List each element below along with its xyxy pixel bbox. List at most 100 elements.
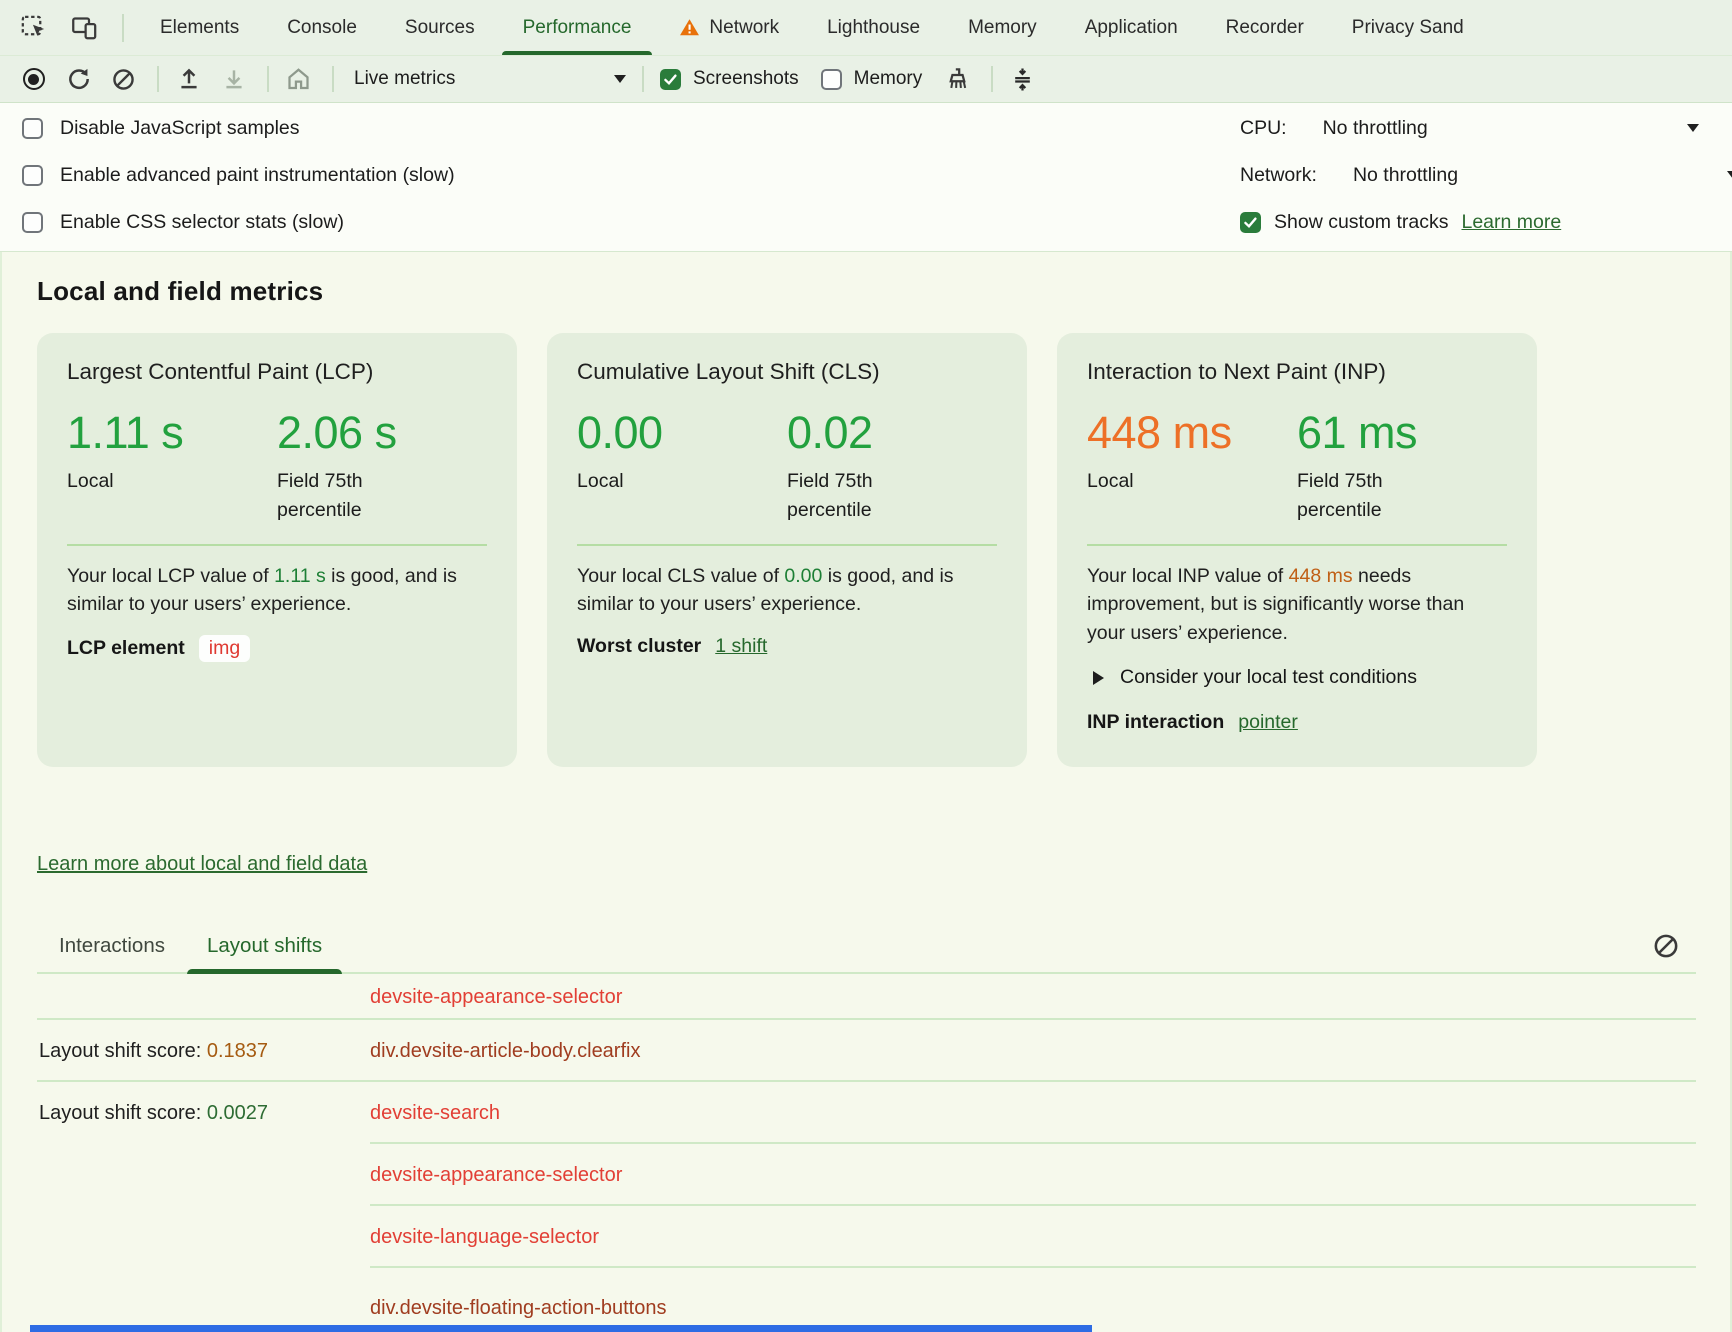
inp-field-value: 61 ms [1297,407,1507,459]
shifted-element-link[interactable]: devsite-appearance-selector [370,1164,622,1187]
local-label: Local [577,467,727,496]
cls-field-value: 0.02 [787,407,997,459]
lcp-card-title: Largest Contentful Paint (LCP) [67,359,487,385]
panel-tab[interactable]: Privacy Sand [1328,0,1488,55]
live-metrics-view: Local and field metrics Largest Contentf… [0,252,1732,1332]
local-test-conditions-expander[interactable]: Consider your local test conditions [1087,666,1507,689]
log-row[interactable]: Layout shift score: 0.1837 div.devsite-a… [37,1020,1730,1082]
clear-log-icon[interactable] [1652,932,1680,965]
learn-more-field-data-link[interactable]: Learn more about local and field data [37,853,367,876]
device-toolbar-icon[interactable] [71,14,98,41]
panel-tab[interactable]: Console [263,0,381,55]
warning-icon [679,17,700,38]
panel-tab[interactable]: Sources [381,0,499,55]
lcp-field-value: 2.06 s [277,407,487,459]
download-profile-icon [220,66,247,93]
inp-interaction-label: INP interaction [1087,711,1224,734]
lcp-element-badge[interactable]: img [199,635,250,662]
shifted-element-link[interactable]: devsite-appearance-selector [370,986,622,1009]
worst-cluster-link[interactable]: 1 shift [715,635,767,658]
collapse-view-icon[interactable] [1009,66,1036,93]
panel-tab-label: Console [287,17,357,39]
log-tab[interactable]: Interactions [39,922,185,974]
panel-tab-label: Elements [160,17,239,39]
panel-tab[interactable]: Lighthouse [803,0,944,55]
panel-tab[interactable]: Elements [136,0,263,55]
learn-more-link[interactable]: Learn more [1461,211,1561,234]
panel-tab-label: Memory [968,17,1037,39]
shifted-element-link[interactable]: div.devsite-floating-action-buttons [370,1297,666,1320]
setting-checkbox[interactable] [22,118,43,139]
panel-tab[interactable]: Network [655,0,803,55]
home-icon[interactable] [285,66,312,93]
memory-checkbox[interactable] [821,69,842,90]
performance-toolbar: Live metrics Screenshots Memory [0,56,1732,103]
log-row[interactable]: Layout shift score: 0.0027 devsite-searc… [37,1082,1730,1144]
panel-tab-label: Privacy Sand [1352,17,1464,39]
log-row[interactable]: div.devsite-floating-action-buttons [37,1268,1730,1332]
upload-profile-icon[interactable] [175,66,202,93]
cpu-value: No throttling [1323,117,1428,140]
panel-tab-label: Recorder [1226,17,1304,39]
divider [642,66,644,92]
panel-tab-label: Network [709,17,779,39]
layout-shifts-log: devsite-appearance-selector Layout shift… [37,974,1730,1332]
field-label: Field 75th percentile [277,467,427,526]
panel-tab[interactable]: Application [1061,0,1202,55]
panel-tab[interactable]: Recorder [1202,0,1328,55]
network-throttling-select[interactable]: Network: No throttling [1240,152,1732,199]
setting-label: Enable CSS selector stats (slow) [60,211,344,234]
panel-tab[interactable]: Performance [499,0,656,55]
divider [577,544,997,546]
log-tabs: Interactions Layout shifts [37,922,1730,974]
divider [267,66,269,92]
panel-tab[interactable]: Memory [944,0,1061,55]
network-label: Network: [1240,164,1317,187]
show-custom-tracks-checkbox[interactable] [1240,212,1261,233]
triangle-right-icon [1093,671,1104,685]
section-heading: Local and field metrics [37,276,1730,307]
devtools-tabbar: Elements Console Sources Perform [0,0,1732,56]
cls-description: Your local CLS value of 0.00 is good, an… [577,562,997,620]
collect-garbage-icon[interactable] [944,66,971,93]
inp-interaction-link[interactable]: pointer [1238,711,1298,734]
cpu-label: CPU: [1240,117,1287,140]
setting-label: Disable JavaScript samples [60,117,300,140]
log-row[interactable]: devsite-appearance-selector [37,974,1730,1020]
panel-tab-label: Application [1085,17,1178,39]
inp-local-value: 448 ms [1087,407,1297,459]
local-label: Local [1087,467,1237,496]
reload-record-button[interactable] [65,66,92,93]
inspect-element-icon[interactable] [20,14,47,41]
bottom-blue-bar [30,1325,1092,1332]
divider [157,66,159,92]
cpu-throttling-select[interactable]: CPU: No throttling [1240,105,1732,152]
log-row[interactable]: devsite-language-selector [37,1206,1730,1268]
record-button[interactable] [20,66,47,93]
clear-button[interactable] [110,66,137,93]
layout-shift-score: Layout shift score: 0.1837 [37,1040,370,1063]
setting-checkbox[interactable] [22,212,43,233]
log-row[interactable]: devsite-appearance-selector [37,1144,1730,1206]
live-metrics-label: Live metrics [354,68,455,90]
shifted-element-link[interactable]: devsite-language-selector [370,1226,599,1249]
chevron-down-icon [1687,124,1699,132]
live-metrics-dropdown[interactable]: Live metrics [354,68,626,90]
setting-checkbox[interactable] [22,165,43,186]
field-label: Field 75th percentile [787,467,937,526]
chevron-down-icon [614,75,626,83]
divider [991,66,993,92]
inp-description: Your local INP value of 448 ms needs imp… [1087,562,1507,649]
inp-card: Interaction to Next Paint (INP) 448 ms L… [1057,333,1537,767]
panel-tabs: Elements Console Sources Perform [136,0,1488,55]
shifted-element-link[interactable]: devsite-search [370,1102,500,1125]
setting-label: Enable advanced paint instrumentation (s… [60,164,455,187]
screenshots-checkbox[interactable] [660,69,681,90]
lcp-element-label: LCP element [67,637,185,660]
log-tab[interactable]: Layout shifts [187,922,342,974]
inp-card-title: Interaction to Next Paint (INP) [1087,359,1507,385]
cls-card-title: Cumulative Layout Shift (CLS) [577,359,997,385]
capture-settings: Disable JavaScript samples Enable advanc… [0,103,1732,252]
shifted-element-link[interactable]: div.devsite-article-body.clearfix [370,1040,640,1063]
lcp-card: Largest Contentful Paint (LCP) 1.11 s Lo… [37,333,517,767]
